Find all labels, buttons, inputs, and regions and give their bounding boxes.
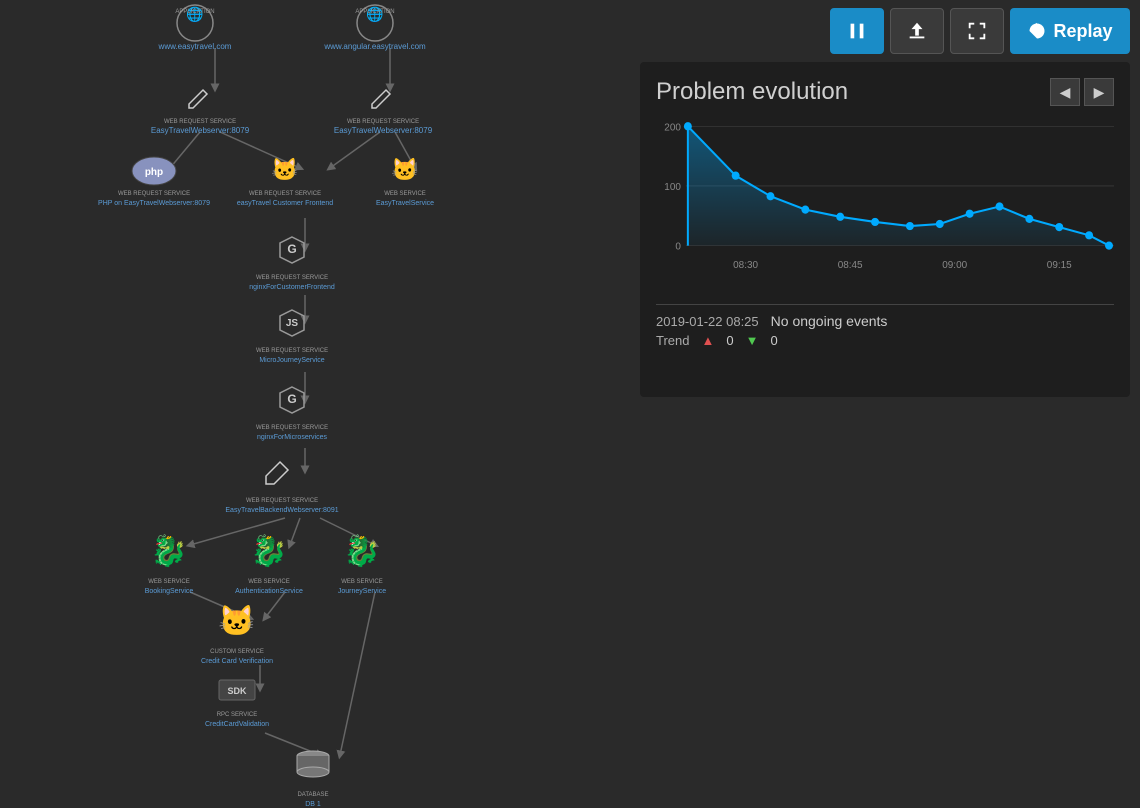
svg-text:WEB REQUEST SERVICE: WEB REQUEST SERVICE <box>249 191 321 197</box>
svg-text:EasyTravelWebserver:8079: EasyTravelWebserver:8079 <box>334 126 433 135</box>
node-backend[interactable]: WEB REQUEST SERVICE EasyTravelBackendWeb… <box>225 462 338 514</box>
svg-text:09:00: 09:00 <box>942 260 967 271</box>
svg-text:🐱: 🐱 <box>218 604 255 638</box>
upload-button[interactable] <box>890 8 944 54</box>
svg-text:WEB REQUEST SERVICE: WEB REQUEST SERVICE <box>246 498 318 504</box>
svg-text:www.angular.easytravel.com: www.angular.easytravel.com <box>323 42 426 51</box>
panel-navigation: ◀ ▶ <box>1050 78 1114 106</box>
svg-text:🐉: 🐉 <box>250 533 287 568</box>
svg-text:WEB SERVICE: WEB SERVICE <box>341 579 383 585</box>
problem-evolution-panel: Problem evolution ◀ ▶ 200 100 0 08:30 08… <box>640 62 1130 397</box>
node-journey[interactable]: 🐉 WEB SERVICE JourneyService <box>338 533 386 595</box>
node-nginx-micro[interactable]: G WEB REQUEST SERVICE nginxForMicroservi… <box>256 387 328 441</box>
svg-text:DB 1: DB 1 <box>305 801 321 808</box>
svg-text:WEB REQUEST SERVICE: WEB REQUEST SERVICE <box>256 425 328 431</box>
panel-next-button[interactable]: ▶ <box>1084 78 1114 106</box>
svg-text:CreditCardValidation: CreditCardValidation <box>205 721 269 728</box>
svg-text:WEB REQUEST SERVICE: WEB REQUEST SERVICE <box>164 119 236 125</box>
svg-text:WEB REQUEST SERVICE: WEB REQUEST SERVICE <box>118 191 190 197</box>
svg-text:MicroJourneyService: MicroJourneyService <box>259 357 324 364</box>
svg-text:AuthenticationService: AuthenticationService <box>235 588 303 595</box>
svg-text:0: 0 <box>675 242 681 253</box>
svg-text:APPLICATION: APPLICATION <box>355 9 394 15</box>
svg-text:EasyTravelBackendWebserver:809: EasyTravelBackendWebserver:8091 <box>225 507 338 514</box>
svg-text:🐉: 🐉 <box>150 533 187 568</box>
trend-up-icon: ▲ <box>701 333 714 348</box>
svg-text:RPC SERVICE: RPC SERVICE <box>217 712 258 718</box>
panel-header: Problem evolution ◀ ▶ <box>656 78 1114 106</box>
svg-text:EasyTravelService: EasyTravelService <box>376 200 434 207</box>
svg-text:100: 100 <box>664 182 681 193</box>
event-status-row: 2019-01-22 08:25 No ongoing events <box>656 313 1114 329</box>
node-booking[interactable]: 🐉 WEB SERVICE BookingService <box>145 533 194 595</box>
svg-text:easyTravel Customer Frontend: easyTravel Customer Frontend <box>237 200 333 207</box>
svg-text:G: G <box>287 242 296 256</box>
replay-label: Replay <box>1053 21 1112 42</box>
svg-text:SDK: SDK <box>227 686 247 696</box>
pause-button[interactable] <box>830 8 884 54</box>
service-map-svg: 🌐 APPLICATION www.easytravel.com 🌐 APPLI… <box>0 0 630 808</box>
trend-down-value: 0 <box>770 333 777 348</box>
node-app1[interactable]: 🌐 APPLICATION www.easytravel.com <box>158 5 232 51</box>
svg-text:nginxForMicroservices: nginxForMicroservices <box>257 434 328 441</box>
svg-text:09:15: 09:15 <box>1047 260 1072 271</box>
node-auth[interactable]: 🐉 WEB SERVICE AuthenticationService <box>235 533 303 595</box>
panel-title: Problem evolution <box>656 78 848 106</box>
panel-prev-button[interactable]: ◀ <box>1050 78 1080 106</box>
svg-text:WEB REQUEST SERVICE: WEB REQUEST SERVICE <box>256 348 328 354</box>
node-php[interactable]: php WEB REQUEST SERVICE PHP on EasyTrave… <box>98 157 210 207</box>
svg-text:WEB REQUEST SERVICE: WEB REQUEST SERVICE <box>256 275 328 281</box>
svg-text:PHP on EasyTravelWebserver:807: PHP on EasyTravelWebserver:8079 <box>98 200 210 207</box>
svg-text:CUSTOM SERVICE: CUSTOM SERVICE <box>210 649 264 655</box>
service-map: 🌐 APPLICATION www.easytravel.com 🌐 APPLI… <box>0 0 630 808</box>
svg-text:DATABASE: DATABASE <box>297 792 328 798</box>
replay-button[interactable]: Replay <box>1010 8 1130 54</box>
node-web2[interactable]: WEB REQUEST SERVICE EasyTravelWebserver:… <box>334 90 433 135</box>
svg-text:WEB SERVICE: WEB SERVICE <box>384 191 426 197</box>
svg-text:Credit Card Verification: Credit Card Verification <box>201 658 273 665</box>
svg-text:nginxForCustomerFrontend: nginxForCustomerFrontend <box>249 284 335 291</box>
node-cc-verify[interactable]: 🐱 CUSTOM SERVICE Credit Card Verificatio… <box>201 604 273 665</box>
problem-chart: 200 100 0 08:30 08:45 09:00 09:15 <box>656 116 1114 296</box>
svg-text:APPLICATION: APPLICATION <box>175 9 214 15</box>
svg-text:JS: JS <box>286 318 299 329</box>
svg-text:🐉: 🐉 <box>343 533 380 568</box>
svg-text:www.easytravel.com: www.easytravel.com <box>158 42 232 51</box>
panel-footer: 2019-01-22 08:25 No ongoing events Trend… <box>656 304 1114 348</box>
svg-text:BookingService: BookingService <box>145 588 194 595</box>
node-nginx-customer[interactable]: G WEB REQUEST SERVICE nginxForCustomerFr… <box>249 237 335 291</box>
node-db1[interactable]: DATABASE DB 1 <box>297 751 329 808</box>
svg-text:200: 200 <box>664 122 681 133</box>
no-events-label: No ongoing events <box>771 313 888 329</box>
node-web1[interactable]: WEB REQUEST SERVICE EasyTravelWebserver:… <box>151 90 250 135</box>
event-date: 2019-01-22 08:25 <box>656 314 759 329</box>
toolbar: Replay <box>830 8 1130 54</box>
svg-text:08:45: 08:45 <box>838 260 863 271</box>
trend-up-value: 0 <box>726 333 733 348</box>
svg-text:WEB SERVICE: WEB SERVICE <box>148 579 190 585</box>
trend-row: Trend ▲ 0 ▼ 0 <box>656 333 1114 348</box>
node-easytravel-service[interactable]: 🐱 WEB SERVICE EasyTravelService <box>376 157 434 207</box>
node-customer-frontend[interactable]: 🐱 WEB REQUEST SERVICE easyTravel Custome… <box>237 157 333 207</box>
node-micro-journey[interactable]: JS WEB REQUEST SERVICE MicroJourneyServi… <box>256 310 328 364</box>
svg-text:🐱: 🐱 <box>271 157 298 182</box>
svg-text:WEB SERVICE: WEB SERVICE <box>248 579 290 585</box>
trend-label: Trend <box>656 333 689 348</box>
fullscreen-button[interactable] <box>950 8 1004 54</box>
svg-text:WEB REQUEST SERVICE: WEB REQUEST SERVICE <box>347 119 419 125</box>
node-app2[interactable]: 🌐 APPLICATION www.angular.easytravel.com <box>323 5 426 51</box>
trend-down-icon: ▼ <box>746 333 759 348</box>
svg-text:EasyTravelWebserver:8079: EasyTravelWebserver:8079 <box>151 126 250 135</box>
svg-text:🐱: 🐱 <box>391 157 418 182</box>
svg-text:G: G <box>287 392 296 406</box>
svg-text:php: php <box>145 167 163 178</box>
svg-text:JourneyService: JourneyService <box>338 588 386 595</box>
svg-text:08:30: 08:30 <box>733 260 758 271</box>
